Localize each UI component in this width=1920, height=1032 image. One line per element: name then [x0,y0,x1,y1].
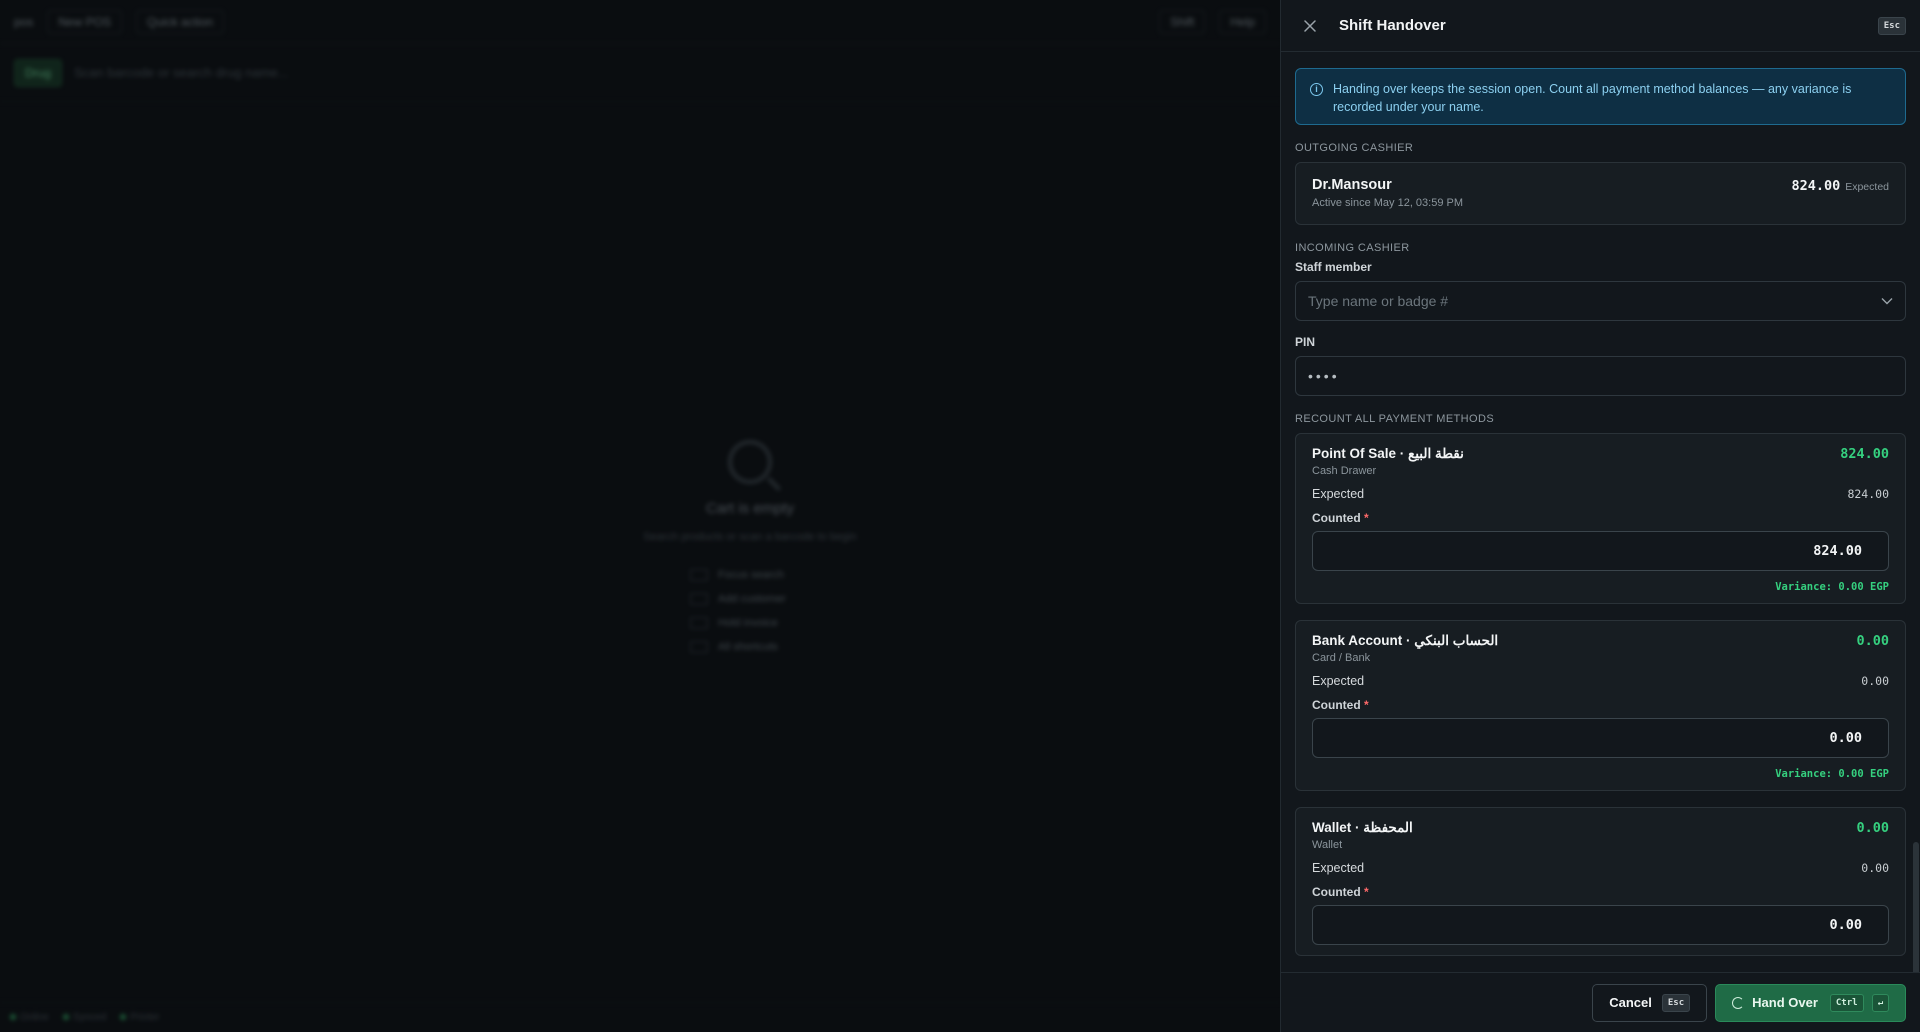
expected-value: 824.00 [1847,487,1889,501]
bg-shortcut: Focus search [690,569,810,581]
ctrl-key-hint: Ctrl [1829,993,1864,1012]
bg-empty-state: Cart is empty Search products or scan a … [560,440,940,665]
chevron-down-icon [1881,294,1893,308]
bg-search-row: Drug Scan barcode or search drug name... [0,44,1280,102]
pin-value: •••• [1308,368,1340,384]
staff-member-label: Staff member [1295,260,1372,274]
shift-handover-drawer: Shift Handover Esc i Handing over keeps … [1280,0,1920,1032]
bg-status-bar: Online Synced Printer [0,1002,1280,1032]
counted-input[interactable]: 824.00 [1312,531,1889,571]
staff-member-select[interactable]: Type name or badge # [1295,281,1906,321]
expected-value: 0.00 [1861,674,1889,688]
close-icon [1304,19,1316,32]
esc-key-hint: Esc [1661,993,1691,1012]
bg-status-synced: Synced [62,1012,106,1023]
info-icon: i [1310,83,1323,96]
expected-row: Expected 0.00 [1312,861,1889,875]
bg-shortcut: All shortcuts [690,641,810,653]
bg-empty-title: Cart is empty [705,500,795,517]
pin-label: PIN [1295,335,1316,349]
outgoing-cashier-card: Dr.Mansour Active since May 12, 03:59 PM… [1295,162,1906,225]
counted-label: Counted * [1312,698,1369,712]
bg-shortcut: Add customer [690,593,810,605]
payment-method-name: Point Of Sale · نقطة البيع [1312,446,1464,461]
incoming-label: INCOMING CASHIER [1295,242,1410,254]
bg-status-online: Online [10,1012,49,1023]
outgoing-amount: 824.00 [1791,178,1841,194]
counted-label: Counted * [1312,885,1369,899]
payment-method-card: Bank Account · الحساب البنكي Card / Bank… [1295,620,1906,791]
counted-label: Counted * [1312,511,1369,525]
variance-text: Variance: 0.00 EGP [1775,581,1889,593]
bg-shift: Shift [1159,9,1206,34]
payment-method-amount: 0.00 [1856,633,1889,649]
outgoing-name: Dr.Mansour [1312,177,1392,193]
scrollbar-thumb[interactable] [1913,842,1919,982]
expected-row: Expected 0.00 [1312,674,1889,688]
outgoing-amount-label: Expected [1845,181,1889,193]
cancel-label: Cancel [1609,995,1652,1010]
hand-over-button[interactable]: Hand Over Ctrl ↵ [1715,983,1906,1022]
bg-logo: pos [14,14,34,29]
cancel-button[interactable]: Cancel Esc [1592,983,1708,1022]
bg-quick-action: Quick action [136,9,225,34]
expected-row: Expected 824.00 [1312,487,1889,501]
scrollbar[interactable] [1912,52,1920,982]
counted-input[interactable]: 0.00 [1312,905,1889,945]
counted-input[interactable]: 0.00 [1312,718,1889,758]
bg-shortcut: Hold invoice [690,617,810,629]
background-app: pos New POS Quick action Shift Help Drug… [0,0,1280,1032]
payment-method-name: Bank Account · الحساب البنكي [1312,633,1499,648]
variance-text: Variance: 0.00 EGP [1775,768,1889,780]
bg-new-pos: New POS [47,9,123,34]
drawer-footer: Cancel Esc Hand Over Ctrl ↵ [1281,972,1920,1032]
payment-method-type: Wallet [1312,839,1343,851]
payment-method-amount: 0.00 [1856,820,1889,836]
esc-key-hint: Esc [1877,16,1906,35]
hand-over-label: Hand Over [1752,995,1818,1010]
bg-search: Scan barcode or search drug name... [74,65,289,80]
payment-method-type: Card / Bank [1312,652,1371,664]
outgoing-label: OUTGOING CASHIER [1295,142,1414,154]
staff-member-placeholder: Type name or badge # [1308,293,1449,309]
payment-method-card: Wallet · المحفظة Wallet 0.00 Expected 0.… [1295,807,1906,956]
refresh-icon [1732,996,1745,1009]
drawer-header: Shift Handover Esc [1281,0,1920,52]
drawer-body: i Handing over keeps the session open. C… [1281,52,1920,972]
drawer-title: Shift Handover [1339,17,1446,34]
recount-label: RECOUNT ALL PAYMENT METHODS [1295,413,1495,425]
expected-value: 0.00 [1861,861,1889,875]
info-alert: i Handing over keeps the session open. C… [1295,68,1906,125]
info-text: Handing over keeps the session open. Cou… [1333,82,1852,114]
search-icon [728,440,772,484]
bg-empty-subtitle: Search products or scan a barcode to beg… [643,531,857,543]
enter-key-hint: ↵ [1871,993,1889,1012]
pin-input[interactable]: •••• [1295,356,1906,396]
payment-method-name: Wallet · المحفظة [1312,820,1413,835]
close-button[interactable] [1299,15,1321,37]
payment-method-type: Cash Drawer [1312,465,1377,477]
payment-method-amount: 824.00 [1840,446,1889,462]
outgoing-since: Active since May 12, 03:59 PM [1312,197,1464,209]
bg-help: Help [1219,9,1266,34]
bg-topbar: pos New POS Quick action Shift Help [0,0,1280,44]
bg-status-printer: Printer [120,1012,160,1023]
payment-method-card: Point Of Sale · نقطة البيع Cash Drawer 8… [1295,433,1906,604]
bg-drug-chip: Drug [14,58,63,87]
